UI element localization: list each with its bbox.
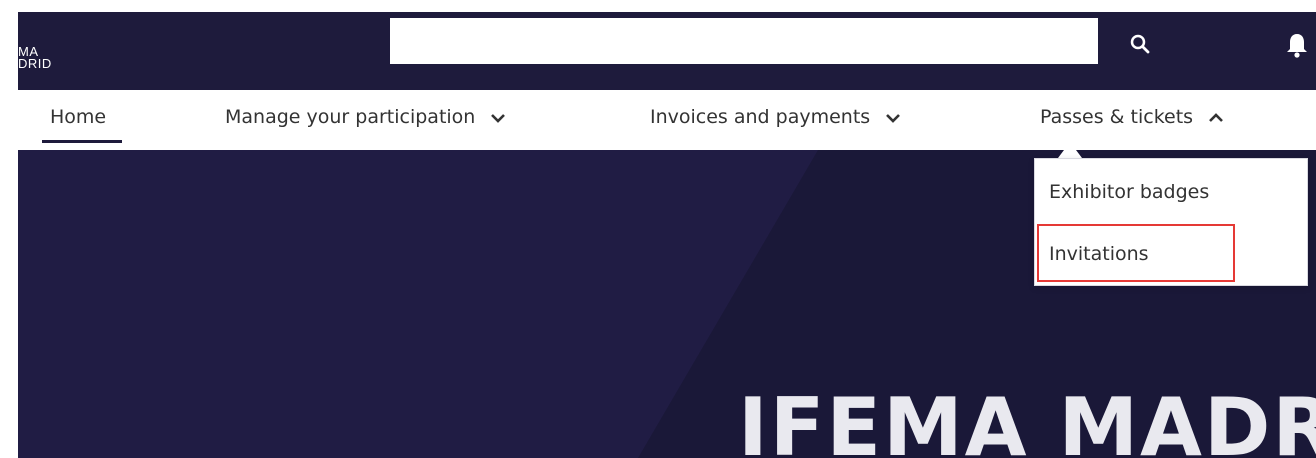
search-input[interactable] — [390, 18, 1098, 64]
nav-passes-tickets[interactable]: Passes & tickets — [1040, 106, 1225, 128]
chevron-up-icon — [1209, 112, 1224, 122]
nav-manage-label: Manage your participation — [225, 106, 476, 128]
chevron-down-icon — [886, 113, 901, 123]
bell-icon[interactable] — [1282, 30, 1312, 60]
nav-home-label: Home — [50, 106, 107, 128]
dropdown-caret — [1058, 142, 1082, 158]
nav-home[interactable]: Home — [50, 106, 106, 128]
menu-item-exhibitor-badges[interactable]: Exhibitor badges — [1049, 181, 1209, 203]
main-nav: Home Manage your participation Invoices … — [18, 90, 1316, 150]
search-icon[interactable] — [1128, 32, 1152, 56]
logo[interactable]: MA DRID — [18, 45, 52, 71]
top-header: MA DRID — [18, 12, 1316, 90]
nav-invoices-label: Invoices and payments — [650, 106, 871, 128]
nav-manage-participation[interactable]: Manage your participation — [225, 106, 507, 128]
nav-passes-label: Passes & tickets — [1040, 106, 1194, 128]
nav-invoices-payments[interactable]: Invoices and payments — [650, 106, 902, 128]
logo-line-2: DRID — [18, 56, 52, 71]
highlight-box — [1037, 224, 1235, 282]
chevron-down-icon — [491, 113, 506, 123]
hero-title: IFEMA MADRID — [738, 381, 1316, 458]
active-tab-indicator — [42, 140, 122, 143]
